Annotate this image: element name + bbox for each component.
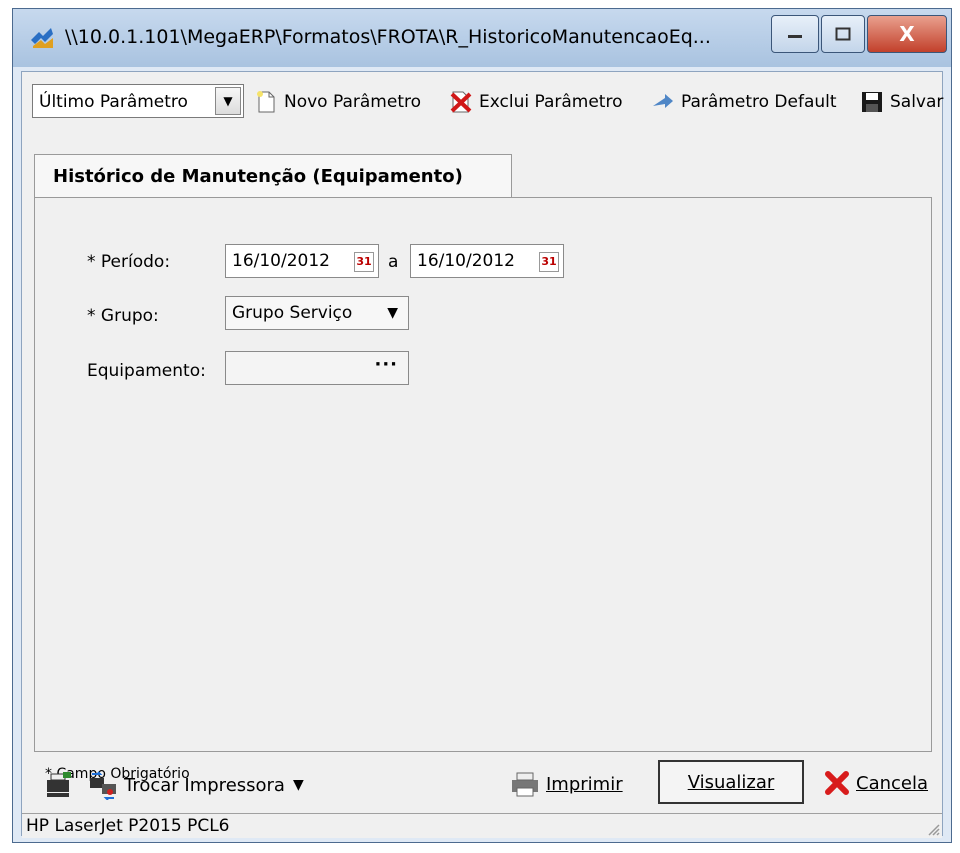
printer-icon (512, 772, 538, 797)
minimize-icon (788, 35, 802, 38)
delete-parameter-button[interactable]: Exclui Parâmetro (449, 88, 623, 116)
preview-label: Visualizar (687, 771, 775, 793)
maximize-icon (835, 27, 851, 41)
group-select-value: Grupo Serviço (232, 303, 353, 323)
new-parameter-button[interactable]: Novo Parâmetro (254, 88, 421, 116)
app-icon (31, 28, 53, 48)
action-bar: Trocar Impressora ▼ Imprimir (22, 762, 942, 808)
parameter-select-value: Último Parâmetro (39, 92, 188, 112)
tab-label: Histórico de Manutenção (Equipamento) (53, 166, 463, 187)
printer-settings-button[interactable] (44, 770, 74, 800)
parameter-select[interactable]: Último Parâmetro ▼ (32, 84, 244, 118)
period-to-label: a (388, 252, 399, 272)
chevron-down-icon: ▼ (387, 305, 398, 321)
arrow-icon (653, 94, 673, 108)
close-icon: X (899, 22, 915, 46)
period-from-field[interactable]: 16/10/2012 31 (225, 244, 379, 278)
delete-icon (450, 91, 472, 113)
status-bar: HP LaserJet P2015 PCL6 (22, 813, 942, 838)
save-button[interactable]: Salvar (860, 88, 943, 116)
equipment-field[interactable]: ··· (225, 351, 409, 385)
default-parameter-button[interactable]: Parâmetro Default (651, 88, 837, 116)
preview-button[interactable]: Visualizar (658, 760, 804, 804)
cancel-label: Cancela (856, 772, 929, 794)
client-area: Último Parâmetro ▼ Novo Parâmetro Exclui… (21, 71, 943, 838)
browse-ellipsis-icon[interactable]: ··· (374, 354, 398, 375)
new-parameter-label: Novo Parâmetro (284, 92, 421, 112)
cancel-x-icon (825, 771, 849, 795)
cancel-button[interactable]: Cancela (824, 770, 928, 796)
calendar-icon[interactable]: 31 (539, 252, 559, 272)
swap-printer-icon (90, 771, 116, 800)
floppy-disk-icon (862, 92, 882, 112)
group-label: * Grupo: (87, 306, 159, 326)
minimize-button[interactable] (771, 15, 819, 53)
title-bar[interactable]: \\10.0.1.101\MegaERP\Formatos\FROTA\R_Hi… (13, 9, 951, 67)
print-label: Imprimir (546, 773, 623, 795)
close-button[interactable]: X (867, 15, 947, 53)
chevron-down-icon[interactable]: ▼ (215, 87, 241, 115)
printer-status: HP LaserJet P2015 PCL6 (26, 816, 230, 836)
change-printer-button[interactable]: Trocar Impressora ▼ (88, 770, 304, 800)
chevron-down-icon: ▼ (292, 777, 304, 793)
maximize-button[interactable] (821, 15, 865, 53)
period-from-value: 16/10/2012 (232, 251, 330, 271)
report-window: \\10.0.1.101\MegaERP\Formatos\FROTA\R_Hi… (12, 8, 952, 843)
new-document-icon (257, 91, 275, 113)
change-printer-label: Trocar Impressora (124, 774, 285, 796)
calendar-icon[interactable]: 31 (354, 252, 374, 272)
group-select[interactable]: Grupo Serviço ▼ (225, 296, 409, 330)
default-parameter-label: Parâmetro Default (681, 92, 837, 112)
save-label: Salvar (890, 92, 944, 112)
print-button[interactable]: Imprimir (510, 770, 623, 798)
delete-parameter-label: Exclui Parâmetro (479, 92, 623, 112)
resize-grip-icon[interactable] (924, 820, 940, 836)
form-panel: * Período: 16/10/2012 31 a 16/10/2012 31… (34, 197, 932, 782)
period-to-value: 16/10/2012 (417, 251, 515, 271)
period-label: * Período: (87, 252, 171, 272)
toolbar: Último Parâmetro ▼ Novo Parâmetro Exclui… (22, 72, 943, 132)
equipment-label: Equipamento: (87, 361, 206, 381)
period-to-field[interactable]: 16/10/2012 31 (410, 244, 564, 278)
printer-settings-icon (47, 772, 71, 797)
tab-historico-manutencao[interactable]: Histórico de Manutenção (Equipamento) (34, 154, 512, 198)
window-title: \\10.0.1.101\MegaERP\Formatos\FROTA\R_Hi… (65, 26, 711, 48)
